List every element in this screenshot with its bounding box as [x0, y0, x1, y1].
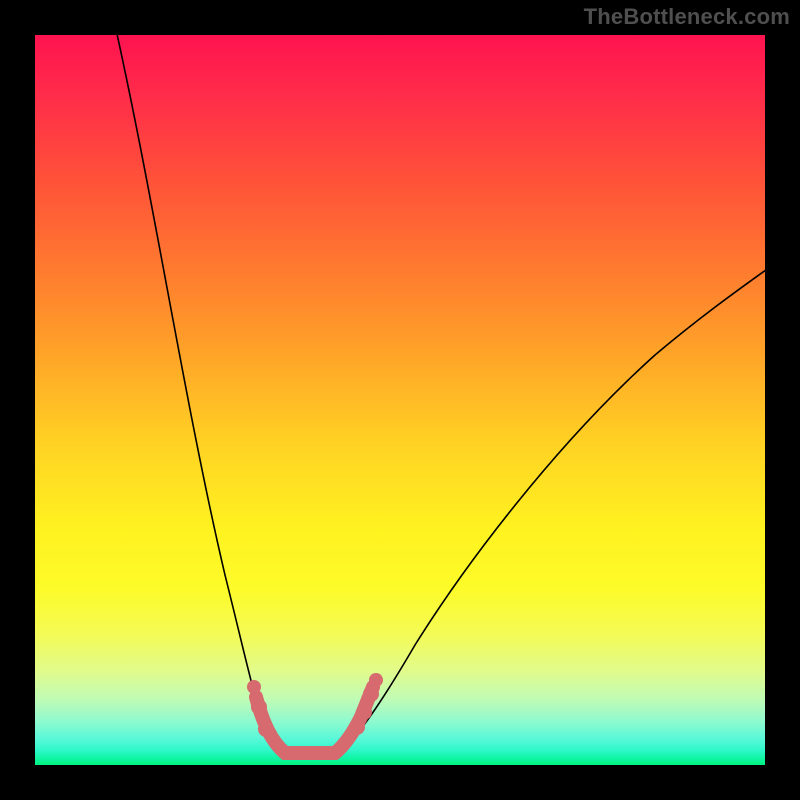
- marker-dot: [369, 673, 383, 687]
- marker-dot: [356, 704, 372, 720]
- chart-frame: TheBottleneck.com: [0, 0, 800, 800]
- marker-dot: [349, 719, 365, 735]
- bottleneck-curve-left: [115, 35, 287, 754]
- marker-dot: [363, 686, 379, 702]
- marker-dot: [251, 699, 267, 715]
- marker-dot: [247, 680, 261, 694]
- curve-layer: [35, 35, 765, 765]
- bottleneck-curve-right: [337, 267, 765, 754]
- marker-dot: [258, 721, 274, 737]
- plot-area: [35, 35, 765, 765]
- watermark-text: TheBottleneck.com: [584, 4, 790, 30]
